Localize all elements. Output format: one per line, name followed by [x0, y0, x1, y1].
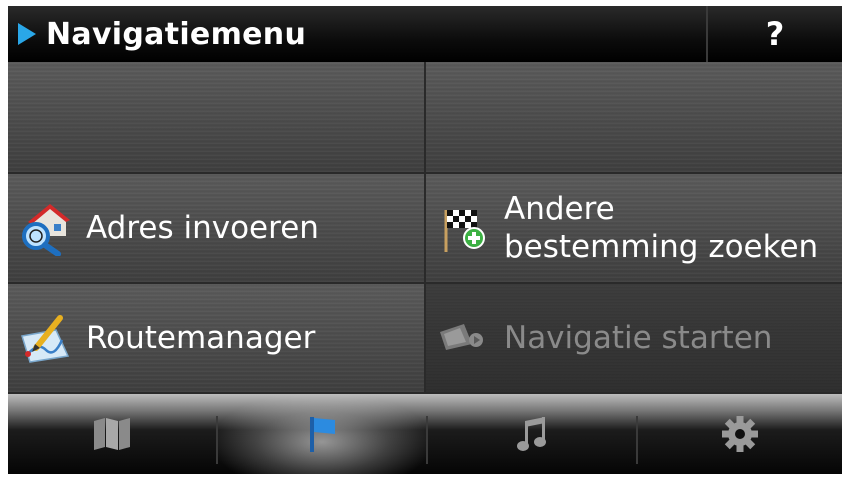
- checkered-flag-plus-icon: [444, 210, 485, 252]
- navigatie-starten-button[interactable]: Navigatie starten: [426, 284, 842, 394]
- map-button[interactable]: [8, 394, 216, 474]
- navigation-start-icon: [440, 324, 483, 350]
- device-screen: Navigatiemenu ? Adres invoeren Andere be…: [8, 6, 842, 474]
- menu-tile-empty-left: [8, 62, 426, 174]
- map-pencil-icon: [21, 315, 70, 363]
- settings-button[interactable]: [638, 394, 842, 474]
- bottom-toolbar: [8, 394, 842, 474]
- house-magnifier-icon: [22, 204, 70, 256]
- navigatie-starten-label: Navigatie starten: [504, 320, 773, 356]
- play-arrow-icon: [18, 23, 36, 45]
- navigation-flag-button[interactable]: [218, 394, 426, 474]
- header-bar: Navigatiemenu ?: [8, 6, 842, 62]
- andere-bestemming-zoeken-button[interactable]: Andere bestemming zoeken: [426, 174, 842, 284]
- menu-tile-empty-right: [426, 62, 842, 174]
- adres-invoeren-button[interactable]: Adres invoeren: [8, 174, 426, 284]
- label-line-2: bestemming zoeken: [504, 229, 819, 265]
- help-button[interactable]: ?: [706, 6, 842, 62]
- routemanager-button[interactable]: Routemanager: [8, 284, 426, 394]
- music-button[interactable]: [428, 394, 636, 474]
- music-note-icon: [517, 417, 546, 451]
- andere-bestemming-zoeken-label: Andere bestemming zoeken: [504, 190, 818, 266]
- page-title: Navigatiemenu: [46, 16, 307, 52]
- adres-invoeren-label: Adres invoeren: [86, 210, 319, 246]
- routemanager-label: Routemanager: [86, 320, 316, 356]
- map-icon: [94, 418, 130, 450]
- flag-icon: [310, 417, 335, 452]
- gear-icon: [722, 416, 758, 452]
- header-title-area: Navigatiemenu: [8, 6, 306, 62]
- label-line-1: Andere: [504, 191, 615, 227]
